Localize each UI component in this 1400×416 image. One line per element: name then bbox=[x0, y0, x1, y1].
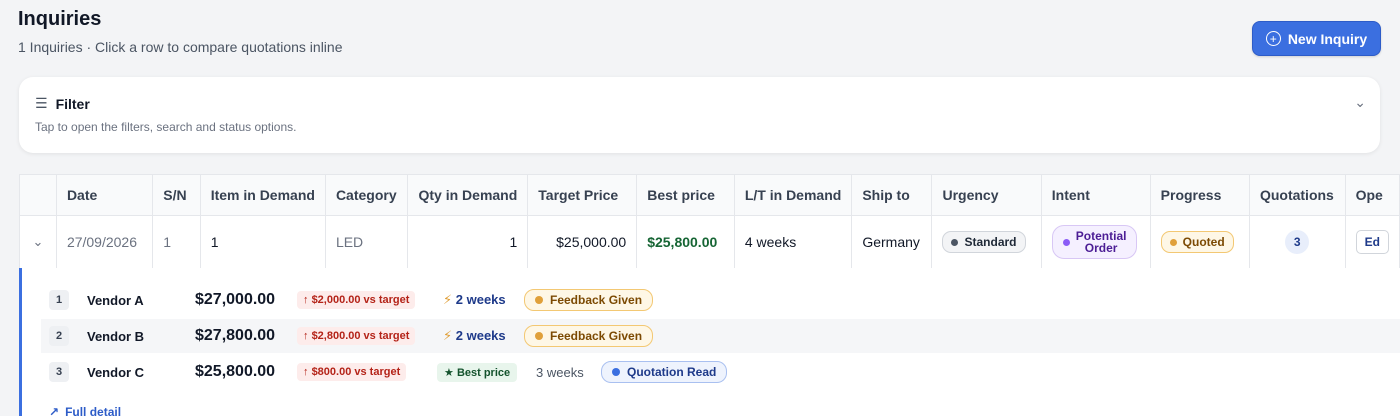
filter-title: Filter bbox=[55, 95, 90, 112]
status-dot-icon bbox=[1062, 238, 1070, 246]
column-header-qty[interactable]: Qty in Demand bbox=[407, 175, 529, 216]
lightning-icon: ⚡ bbox=[443, 328, 453, 343]
sliders-icon: ☰ bbox=[35, 95, 48, 111]
quote-status-badge: Feedback Given bbox=[524, 325, 654, 347]
cell-target-price: $25,000.00 bbox=[527, 215, 638, 270]
intent-label-line2: Order bbox=[1084, 241, 1118, 255]
cell-progress: Quoted bbox=[1150, 215, 1250, 270]
quotation-number: 2 bbox=[49, 326, 69, 346]
column-header-quotations[interactable]: Quotations bbox=[1249, 175, 1346, 216]
price-diff-text: $2,800.00 vs target bbox=[311, 330, 410, 342]
lead-time: ⚡ 2 weeks bbox=[443, 328, 506, 344]
filter-hint: Tap to open the filters, search and stat… bbox=[35, 120, 297, 134]
quote-price: $25,800.00 bbox=[195, 363, 276, 380]
new-inquiry-label: New Inquiry bbox=[1287, 30, 1368, 47]
quotations-panel: 1 Vendor A $27,000.00 ↑ $2,000.00 vs tar… bbox=[19, 268, 1400, 416]
price-diff-text: $2,000.00 vs target bbox=[311, 294, 410, 306]
status-dot-icon bbox=[612, 368, 620, 376]
quotation-number: 1 bbox=[49, 290, 69, 310]
best-price-badge: ★ Best price bbox=[437, 362, 518, 382]
star-icon: ★ bbox=[444, 366, 454, 379]
cell-lead-time: 4 weeks bbox=[734, 215, 853, 270]
column-header-urgency[interactable]: Urgency bbox=[931, 175, 1042, 216]
quote-status-label: Feedback Given bbox=[550, 329, 643, 343]
full-detail-label: Full detail bbox=[65, 405, 122, 416]
table-row[interactable]: ⌄ 27/09/2026 1 1 LED 1 $25,000.00 $25,80… bbox=[20, 215, 1400, 270]
cell-best-price: $25,800.00 bbox=[636, 215, 735, 270]
lead-time: ⚡ 2 weeks bbox=[443, 292, 506, 308]
cell-quotations: 3 bbox=[1249, 215, 1346, 270]
intent-badge: Potential Order bbox=[1051, 225, 1138, 259]
vendor-name: Vendor B bbox=[87, 328, 145, 344]
column-header-date[interactable]: Date bbox=[56, 175, 154, 216]
cell-qty: 1 bbox=[407, 215, 529, 270]
status-dot-icon bbox=[535, 332, 543, 340]
column-header-category[interactable]: Category bbox=[325, 175, 409, 216]
cell-intent: Potential Order bbox=[1041, 215, 1151, 270]
column-header-best-price[interactable]: Best price bbox=[636, 175, 735, 216]
cell-item: 1 bbox=[200, 215, 326, 270]
price-diff-badge: ↑ $800.00 vs target bbox=[297, 363, 407, 381]
chevron-down-icon[interactable]: ⌄ bbox=[20, 215, 57, 270]
quote-status-label: Quotation Read bbox=[627, 365, 717, 379]
column-header-target-price[interactable]: Target Price bbox=[527, 175, 638, 216]
urgency-badge: Standard bbox=[942, 231, 1026, 253]
quotations-count-badge: 3 bbox=[1285, 230, 1310, 254]
progress-label: Quoted bbox=[1182, 235, 1225, 249]
vendor-name: Vendor A bbox=[87, 292, 144, 308]
column-header-sn[interactable]: S/N bbox=[152, 175, 201, 216]
progress-badge: Quoted bbox=[1160, 231, 1234, 253]
status-dot-icon bbox=[535, 296, 543, 304]
price-diff-badge: ↑ $2,800.00 vs target bbox=[297, 327, 416, 345]
cell-date: 27/09/2026 bbox=[56, 215, 154, 270]
lead-time-text: 2 weeks bbox=[455, 292, 506, 307]
page-subtitle: 1 Inquiries · Click a row to compare quo… bbox=[18, 39, 343, 55]
lightning-icon: ⚡ bbox=[443, 292, 453, 307]
cell-category: LED bbox=[325, 215, 409, 270]
cell-urgency: Standard bbox=[931, 215, 1042, 270]
quotation-number: 3 bbox=[49, 362, 69, 382]
column-header-item[interactable]: Item in Demand bbox=[200, 175, 326, 216]
quotation-row[interactable]: 3 Vendor C $25,800.00 ↑ $800.00 vs targe… bbox=[41, 355, 1400, 389]
quotation-row[interactable]: 1 Vendor A $27,000.00 ↑ $2,000.00 vs tar… bbox=[41, 283, 1400, 317]
column-header-operations[interactable]: Ope bbox=[1345, 175, 1400, 216]
vendor-name: Vendor C bbox=[87, 364, 145, 380]
quote-status-badge: Feedback Given bbox=[524, 289, 654, 311]
price-diff-text: $800.00 vs target bbox=[311, 366, 401, 378]
plus-circle-icon: + bbox=[1265, 31, 1281, 46]
cell-ship-to: Germany bbox=[851, 215, 933, 270]
column-header-intent[interactable]: Intent bbox=[1041, 175, 1151, 216]
cell-operations: Ed bbox=[1345, 215, 1400, 270]
column-header-lead-time[interactable]: L/T in Demand bbox=[734, 175, 853, 216]
lead-time-text: 2 weeks bbox=[455, 328, 506, 343]
quote-price: $27,800.00 bbox=[195, 327, 276, 344]
quote-price: $27,000.00 bbox=[195, 291, 276, 308]
new-inquiry-button[interactable]: + New Inquiry bbox=[1252, 21, 1381, 56]
quotation-row[interactable]: 2 Vendor B $27,800.00 ↑ $2,800.00 vs tar… bbox=[41, 319, 1400, 353]
filter-panel[interactable]: ☰ Filter Tap to open the filters, search… bbox=[19, 77, 1380, 153]
quote-status-label: Feedback Given bbox=[550, 293, 643, 307]
column-header-ship-to[interactable]: Ship to bbox=[851, 175, 933, 216]
price-diff-badge: ↑ $2,000.00 vs target bbox=[297, 291, 416, 309]
cell-sn: 1 bbox=[152, 215, 201, 270]
column-header-expand bbox=[20, 175, 57, 216]
status-dot-icon bbox=[951, 238, 959, 246]
best-price-label: Best price bbox=[456, 366, 511, 379]
column-header-progress[interactable]: Progress bbox=[1150, 175, 1250, 216]
full-detail-link[interactable]: ↗ Full detail bbox=[49, 405, 121, 416]
quote-status-badge: Quotation Read bbox=[601, 361, 728, 383]
page-title: Inquiries bbox=[18, 8, 102, 30]
lead-time-text: 3 weeks bbox=[536, 364, 584, 380]
urgency-label: Standard bbox=[964, 235, 1017, 249]
edit-button[interactable]: Ed bbox=[1355, 230, 1389, 254]
chevron-down-icon[interactable]: ⌄ bbox=[1354, 94, 1366, 111]
external-link-icon: ↗ bbox=[49, 405, 60, 416]
status-dot-icon bbox=[1169, 238, 1177, 246]
